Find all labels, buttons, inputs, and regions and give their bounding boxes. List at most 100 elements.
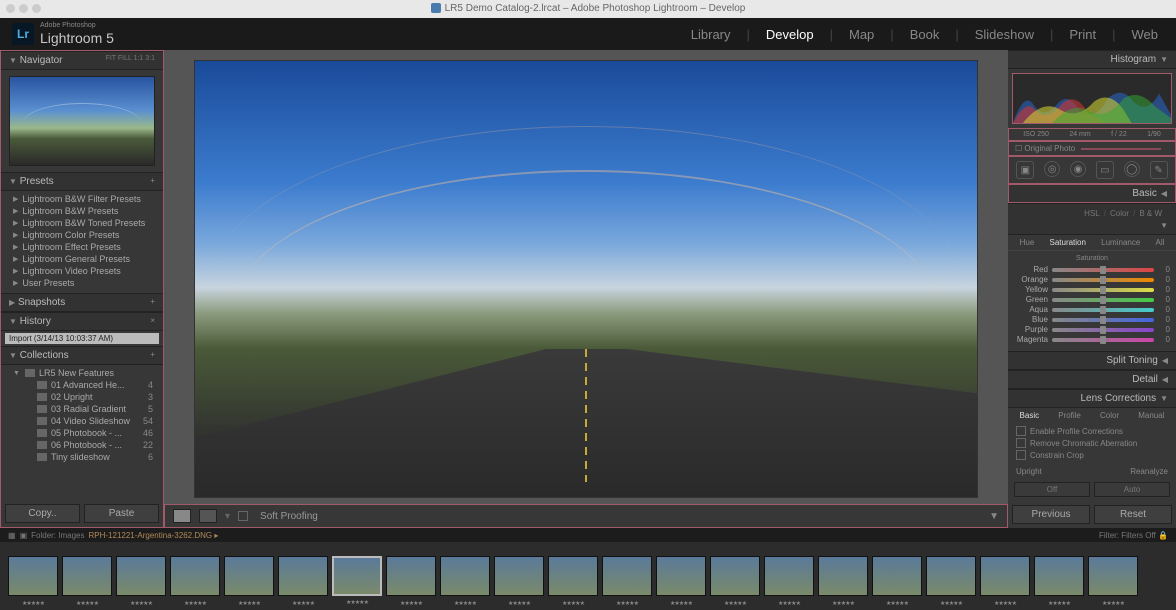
saturation-slider-aqua[interactable]: Aqua0 — [1014, 305, 1170, 314]
second-window-icon[interactable]: ▣ — [20, 531, 28, 540]
filmstrip-thumb[interactable]: ★★★★★ — [926, 556, 976, 596]
toolbar-menu-icon[interactable]: ▼ — [989, 511, 999, 522]
copy-button[interactable]: Copy.. — [5, 504, 80, 523]
saturation-slider-orange[interactable]: Orange0 — [1014, 275, 1170, 284]
filmstrip-thumb[interactable]: ★★★★★ — [818, 556, 868, 596]
hsl-tab-hsl[interactable]: HSL — [1084, 209, 1100, 218]
snapshots-header[interactable]: ▶ Snapshots+ — [1, 293, 163, 312]
filmstrip-thumb[interactable]: ★★★★★ — [872, 556, 922, 596]
lens-check[interactable]: Remove Chromatic Aberration — [1016, 437, 1168, 449]
reanalyze-button[interactable]: Reanalyze — [1130, 467, 1168, 476]
filters-off-button[interactable]: Filters Off — [1121, 531, 1156, 540]
saturation-slider-green[interactable]: Green0 — [1014, 295, 1170, 304]
lens-corrections-header[interactable]: Lens Corrections▼ — [1008, 389, 1176, 408]
preset-folder[interactable]: ▶ Lightroom B&W Toned Presets — [13, 217, 163, 229]
soft-proof-checkbox[interactable] — [238, 511, 248, 521]
filmstrip-thumb[interactable]: ★★★★★ — [602, 556, 652, 596]
loupe-view-button[interactable] — [173, 509, 191, 523]
hsl-subtab-saturation[interactable]: Saturation — [1049, 238, 1085, 247]
filmstrip-thumb[interactable]: ★★★★★ — [278, 556, 328, 596]
collection-item[interactable]: 05 Photobook - ...46 — [13, 427, 163, 439]
hsl-tab-bw[interactable]: B & W — [1139, 209, 1162, 218]
navigator-header[interactable]: ▼ Navigator FIT FILL 1:1 3:1 — [1, 51, 163, 70]
filmstrip-thumb[interactable]: ★★★★★ — [170, 556, 220, 596]
collection-item[interactable]: 02 Upright3 — [13, 391, 163, 403]
lens-check[interactable]: Enable Profile Corrections — [1016, 425, 1168, 437]
lens-check[interactable]: Constrain Crop — [1016, 449, 1168, 461]
preset-folder[interactable]: ▶ Lightroom B&W Filter Presets — [13, 193, 163, 205]
graduated-tool-icon[interactable]: ▭ — [1096, 161, 1114, 179]
histogram-graph[interactable] — [1012, 73, 1172, 124]
preset-folder[interactable]: ▶ Lightroom Effect Presets — [13, 241, 163, 253]
lens-tab-basic[interactable]: Basic — [1020, 411, 1040, 420]
previous-button[interactable]: Previous — [1012, 505, 1090, 524]
collections-header[interactable]: ▼ Collections+ — [1, 346, 163, 365]
filmstrip-thumb[interactable]: ★★★★★ — [980, 556, 1030, 596]
filmstrip-thumb[interactable]: ★★★★★ — [548, 556, 598, 596]
redeye-tool-icon[interactable]: ◉ — [1070, 161, 1086, 177]
basic-panel-header[interactable]: Basic◀ — [1008, 184, 1176, 203]
preset-folder[interactable]: ▶ Lightroom General Presets — [13, 253, 163, 265]
filmstrip-thumb[interactable]: ★★★★★ — [1034, 556, 1084, 596]
histogram-header[interactable]: Histogram▼ — [1008, 50, 1176, 69]
compare-view-button[interactable] — [199, 509, 217, 523]
module-slideshow[interactable]: Slideshow — [969, 25, 1040, 44]
filmstrip-thumb[interactable]: ★★★★★ — [764, 556, 814, 596]
hsl-subtab-all[interactable]: All — [1156, 238, 1165, 247]
preset-folder[interactable]: ▶ Lightroom Video Presets — [13, 265, 163, 277]
radial-tool-icon[interactable]: ◯ — [1124, 161, 1140, 177]
module-develop[interactable]: Develop — [760, 25, 820, 44]
filmstrip-thumb[interactable]: ★★★★★ — [386, 556, 436, 596]
upright-auto-button[interactable]: Auto — [1094, 482, 1170, 497]
collection-item[interactable]: 03 Radial Gradient5 — [13, 403, 163, 415]
preset-folder[interactable]: ▶ Lightroom B&W Presets — [13, 205, 163, 217]
collection-set[interactable]: ▼ LR5 New Features — [13, 367, 163, 379]
filmstrip-thumb[interactable]: ★★★★★ — [224, 556, 274, 596]
filter-lock-icon[interactable]: 🔒 — [1158, 531, 1168, 540]
hsl-subtab-luminance[interactable]: Luminance — [1101, 238, 1140, 247]
collection-item[interactable]: 06 Photobook - ...22 — [13, 439, 163, 451]
preset-folder[interactable]: ▶ Lightroom Color Presets — [13, 229, 163, 241]
saturation-slider-blue[interactable]: Blue0 — [1014, 315, 1170, 324]
upright-off-button[interactable]: Off — [1014, 482, 1090, 497]
filmstrip-thumb[interactable]: ★★★★★ — [494, 556, 544, 596]
breadcrumb[interactable]: RPH-121221-Argentina-3262.DNG ▸ — [88, 531, 218, 540]
filmstrip-thumb[interactable]: ★★★★★ — [8, 556, 58, 596]
detail-header[interactable]: Detail◀ — [1008, 370, 1176, 389]
paste-button[interactable]: Paste — [84, 504, 159, 523]
filmstrip-thumb[interactable]: ★★★★★ — [656, 556, 706, 596]
filmstrip-thumb[interactable]: ★★★★★ — [710, 556, 760, 596]
filmstrip-thumb[interactable]: ★★★★★ — [332, 556, 382, 596]
spot-tool-icon[interactable]: ◎ — [1044, 161, 1060, 177]
original-photo-row[interactable]: ☐ Original Photo — [1008, 141, 1176, 156]
saturation-slider-purple[interactable]: Purple0 — [1014, 325, 1170, 334]
split-toning-header[interactable]: Split Toning◀ — [1008, 351, 1176, 370]
grid-icon[interactable]: ▦ — [8, 531, 16, 540]
module-web[interactable]: Web — [1126, 25, 1165, 44]
hsl-panel-header[interactable]: HSL/Color/B & W▼ — [1008, 203, 1176, 235]
presets-header[interactable]: ▼ Presets+ — [1, 172, 163, 191]
filmstrip-thumb[interactable]: ★★★★★ — [62, 556, 112, 596]
filmstrip-thumb[interactable]: ★★★★★ — [1088, 556, 1138, 596]
filmstrip-thumb[interactable]: ★★★★★ — [116, 556, 166, 596]
filmstrip-thumb[interactable]: ★★★★★ — [440, 556, 490, 596]
saturation-slider-red[interactable]: Red0 — [1014, 265, 1170, 274]
collection-item[interactable]: Tiny slideshow6 — [13, 451, 163, 463]
saturation-slider-yellow[interactable]: Yellow0 — [1014, 285, 1170, 294]
module-book[interactable]: Book — [904, 25, 946, 44]
module-print[interactable]: Print — [1063, 25, 1102, 44]
navigator-preview[interactable] — [9, 76, 155, 166]
lens-tab-manual[interactable]: Manual — [1138, 411, 1164, 420]
history-entry[interactable]: Import (3/14/13 10:03:37 AM) — [5, 333, 159, 344]
main-photo-preview[interactable] — [194, 60, 978, 498]
saturation-slider-magenta[interactable]: Magenta0 — [1014, 335, 1170, 344]
filmstrip[interactable]: ★★★★★★★★★★★★★★★★★★★★★★★★★★★★★★★★★★★★★★★★… — [0, 542, 1176, 610]
collection-item[interactable]: 01 Advanced He...4 — [13, 379, 163, 391]
brush-tool-icon[interactable]: ✎ — [1150, 161, 1168, 179]
lens-tab-profile[interactable]: Profile — [1058, 411, 1081, 420]
collection-item[interactable]: 04 Video Slideshow54 — [13, 415, 163, 427]
hsl-tab-color[interactable]: Color — [1110, 209, 1129, 218]
lens-tab-color[interactable]: Color — [1100, 411, 1119, 420]
crop-tool-icon[interactable]: ▣ — [1016, 161, 1034, 179]
reset-button[interactable]: Reset — [1094, 505, 1172, 524]
